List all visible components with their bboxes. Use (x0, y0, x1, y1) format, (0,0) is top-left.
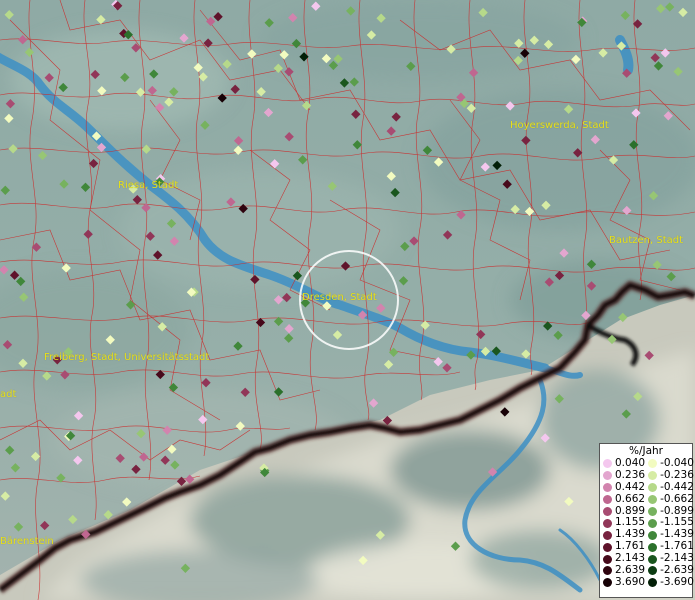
legend-label: -0.662 (660, 492, 694, 505)
legend-row: 3.690 -3.690 (600, 575, 694, 589)
legend-label: 0.442 (615, 480, 646, 493)
legend-entry-positive: 0.236 (600, 468, 646, 482)
legend-swatch (603, 578, 612, 588)
legend-swatch (648, 554, 658, 564)
legend-swatch (603, 507, 612, 516)
legend-swatch (648, 507, 658, 516)
legend-swatch (603, 518, 612, 528)
legend-label: -0.236 (660, 468, 694, 481)
legend-swatch (648, 530, 658, 540)
legend-swatch (603, 483, 612, 493)
legend-swatch (603, 542, 612, 552)
city-label-bautzen: Bautzen, Stadt (609, 235, 684, 246)
legend-swatch (648, 471, 658, 481)
legend-swatch (648, 578, 658, 588)
city-label-baerenstein: Bärenstein (0, 536, 54, 547)
legend-label: 0.662 (615, 492, 646, 505)
legend-entry-negative: -3.690 (645, 575, 694, 589)
legend-entry-negative: -0.236 (645, 468, 694, 482)
legend-entry-positive: 3.690 (600, 575, 646, 589)
legend-label: 3.690 (615, 575, 646, 588)
legend-row: 0.442 -0.442 (600, 480, 694, 494)
legend-rows: 0.040 -0.040 0.236 -0.236 0.442 -0.442 0.662 -0… (600, 457, 694, 589)
legend-swatch (648, 459, 658, 469)
legend-row: 0.236 -0.236 (600, 468, 694, 482)
legend-swatch (603, 459, 612, 469)
legend-swatch (648, 483, 658, 493)
city-label-partial: adt (0, 389, 17, 400)
legend-swatch (648, 495, 658, 505)
legend-swatch (648, 566, 658, 576)
legend-swatch (648, 518, 658, 528)
legend-swatch (603, 471, 612, 481)
legend-entry-negative: -0.662 (645, 492, 694, 506)
city-label-riesa: Riesa, Stadt (118, 180, 179, 191)
legend-entry-positive: 0.662 (600, 492, 646, 506)
legend-row: 0.662 -0.662 (600, 492, 694, 506)
city-label-freiberg: Freiberg, Stadt, Universitätsstadt (44, 352, 210, 363)
legend: %/Jahr 0.040 -0.040 0.236 -0.236 0.442 -0.442… (599, 443, 694, 598)
legend-entry-negative: -0.442 (645, 480, 694, 494)
legend-swatch (603, 530, 612, 540)
map-canvas[interactable]: Hoyerswerda, Stadt Riesa, Stadt Bautzen,… (0, 0, 695, 600)
legend-entry-positive: 0.442 (600, 480, 646, 494)
city-label-dresden: Dresden, Stadt (302, 292, 377, 303)
legend-swatch (603, 495, 612, 505)
legend-swatch (648, 542, 658, 552)
legend-swatch (603, 566, 612, 576)
legend-label: 0.236 (615, 468, 646, 481)
city-label-hoyerswerda: Hoyerswerda, Stadt (510, 120, 609, 131)
legend-swatch (603, 554, 612, 564)
legend-label: -0.442 (660, 480, 694, 493)
legend-label: -3.690 (660, 575, 694, 588)
